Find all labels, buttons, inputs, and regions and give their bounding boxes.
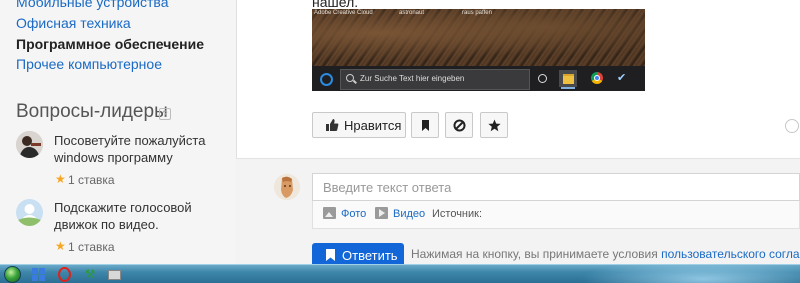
search-placeholder: Zur Suche Text hier eingeben xyxy=(360,74,465,83)
photo-link[interactable]: Фото xyxy=(341,208,366,220)
like-label: Нравится xyxy=(344,118,402,133)
attached-screenshot[interactable]: Adobe Creative Cloud astronaut raus paff… xyxy=(312,9,645,91)
category-office-equipment[interactable]: Офисная техника xyxy=(16,15,131,31)
reply-input[interactable] xyxy=(313,174,793,200)
star-icon xyxy=(488,119,501,132)
search-icon xyxy=(346,74,354,82)
screenshot-taskbar: Zur Suche Text hier eingeben ✔ xyxy=(312,66,645,91)
stakes-count: 1 ставка xyxy=(68,240,115,254)
reply-field[interactable] xyxy=(312,173,800,201)
desktop-icon-label: raus paffen xyxy=(462,10,492,16)
desktop-wallpaper xyxy=(312,9,645,69)
favorite-button[interactable] xyxy=(480,112,508,138)
start-button[interactable] xyxy=(4,266,21,283)
leader-question-1[interactable]: Посоветуйте пожалуйста windows программу xyxy=(54,132,229,166)
thumbs-up-icon xyxy=(326,119,339,131)
window-icon[interactable] xyxy=(106,266,122,282)
leaders-heading: Вопросы-лидеры xyxy=(16,101,168,122)
task-view-icon xyxy=(538,74,547,83)
desktop-icon-label: astronaut xyxy=(399,10,425,16)
bookmark-button[interactable] xyxy=(411,112,439,138)
opera-icon[interactable] xyxy=(56,266,72,282)
leader-question-2[interactable]: Подскажите голосовой движок по видео. xyxy=(54,199,229,233)
avatar[interactable] xyxy=(16,131,43,158)
windows-taskbar: ⚒ xyxy=(0,264,800,283)
bookmark-icon xyxy=(326,249,335,261)
attachments-bar: Фото Видео Источник: xyxy=(312,201,800,229)
avatar[interactable] xyxy=(16,199,43,226)
video-icon[interactable] xyxy=(375,207,388,219)
video-link[interactable]: Видео xyxy=(393,208,425,220)
category-software[interactable]: Программное обеспечение xyxy=(16,36,204,52)
photo-icon[interactable] xyxy=(323,207,336,219)
cortana-icon xyxy=(320,73,333,86)
like-button[interactable]: Нравится xyxy=(312,112,406,138)
stakes-count: 1 ставка xyxy=(68,173,115,187)
terms-text: Нажимая на кнопку, вы принимаете условия xyxy=(411,247,658,261)
folder-icon xyxy=(559,70,577,89)
star-icon: ★ xyxy=(55,239,66,253)
source-label: Источник: xyxy=(432,208,483,220)
desktop-icon-label: Adobe Creative Cloud xyxy=(314,10,373,16)
star-icon: ★ xyxy=(55,172,66,186)
left-sidebar: Мобильные устройства Офисная техника Про… xyxy=(0,0,236,264)
answer-label: Ответить xyxy=(342,248,398,263)
question-mark-icon[interactable]: ? xyxy=(159,108,171,120)
bookmark-icon xyxy=(422,120,429,131)
windows-explorer-icon[interactable] xyxy=(30,266,46,282)
terms-link[interactable]: пользовательского соглашения xyxy=(661,247,800,261)
chrome-icon xyxy=(588,70,606,87)
terms-notice: Нажимая на кнопку, вы принимаете условия… xyxy=(411,247,800,261)
avatar[interactable] xyxy=(274,174,300,200)
category-other-computer[interactable]: Прочее компьютерное xyxy=(16,56,162,72)
emoji-icon[interactable] xyxy=(785,119,799,133)
steam-icon: ✔ xyxy=(617,72,627,84)
tool-icon[interactable]: ⚒ xyxy=(82,266,98,282)
block-button[interactable] xyxy=(445,112,473,138)
taskbar-glow xyxy=(560,265,800,283)
block-icon xyxy=(453,119,466,132)
screenshot-search-box: Zur Suche Text hier eingeben xyxy=(340,69,530,90)
category-mobile-devices[interactable]: Мобильные устройства xyxy=(16,0,169,10)
